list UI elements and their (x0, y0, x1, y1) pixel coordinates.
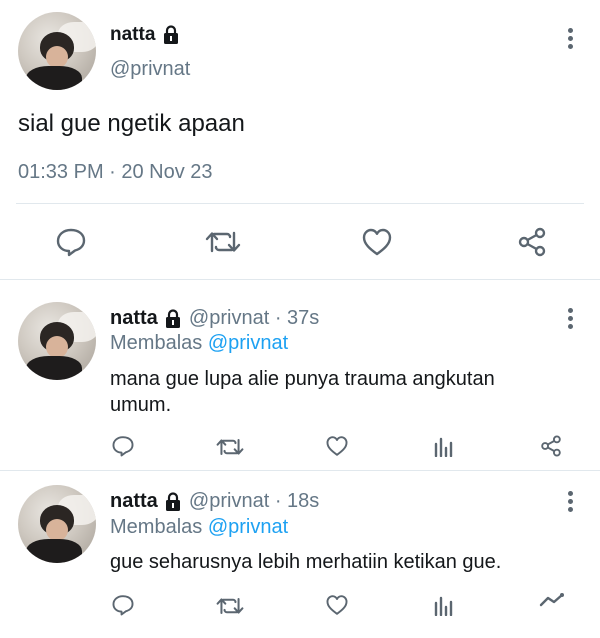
author-name[interactable]: natta (110, 24, 181, 46)
reply-time: · 18s (274, 490, 320, 512)
mention-link[interactable]: @privnat (208, 516, 288, 538)
reply-icon[interactable] (55, 227, 87, 257)
author-name[interactable]: natta (110, 307, 158, 329)
retweet-icon[interactable] (216, 436, 244, 458)
lock-icon (163, 492, 183, 512)
author-handle[interactable]: @privnat (189, 490, 269, 512)
analytics-icon[interactable] (433, 435, 455, 457)
replying-to: Membalas @privnat (110, 516, 288, 539)
lock-icon (161, 25, 181, 45)
reply-text: gue seharusnya lebih merhatiin ketikan g… (110, 551, 502, 573)
reply-header: natta @privnat · 37s (110, 307, 319, 330)
retweet-icon[interactable] (216, 595, 244, 617)
reply-icon[interactable] (111, 594, 135, 616)
like-icon[interactable] (325, 594, 349, 616)
reply-icon[interactable] (111, 435, 135, 457)
retweet-icon[interactable] (205, 228, 241, 256)
more-options-icon[interactable] (568, 491, 574, 515)
author-handle[interactable]: @privnat (189, 307, 269, 329)
tweet-text: sial gue ngetik apaan (18, 110, 245, 137)
more-options-icon[interactable] (568, 308, 574, 332)
author-name-text: natta (110, 24, 156, 45)
share-icon[interactable] (539, 591, 565, 609)
more-options-icon[interactable] (568, 28, 574, 52)
reply-tweet: natta @privnat · 37s Membalas @privnat m… (0, 280, 600, 470)
lock-icon (163, 309, 183, 329)
author-handle[interactable]: @privnat (110, 58, 190, 81)
analytics-icon[interactable] (433, 594, 455, 616)
replying-prefix: Membalas (110, 516, 203, 538)
divider (16, 203, 584, 204)
reply-tweet: natta @privnat · 18s Membalas @privnat g… (0, 471, 600, 638)
replying-prefix: Membalas (110, 332, 203, 354)
share-icon[interactable] (516, 227, 548, 257)
reply-header: natta @privnat · 18s (110, 490, 319, 513)
mention-link[interactable]: @privnat (208, 332, 288, 354)
avatar[interactable] (18, 12, 96, 90)
like-icon[interactable] (325, 435, 349, 457)
tweet-timestamp[interactable]: 01:33 PM · 20 Nov 23 (18, 161, 213, 184)
main-tweet: natta @privnat sial gue ngetik apaan 01:… (0, 0, 600, 280)
reply-time: · 37s (274, 307, 320, 329)
author-name[interactable]: natta (110, 490, 158, 512)
avatar[interactable] (18, 485, 96, 563)
reply-text: mana gue lupa alie punya trauma angkutan… (110, 368, 495, 416)
avatar[interactable] (18, 302, 96, 380)
share-icon[interactable] (539, 435, 563, 457)
replying-to: Membalas @privnat (110, 332, 288, 355)
like-icon[interactable] (361, 227, 393, 257)
